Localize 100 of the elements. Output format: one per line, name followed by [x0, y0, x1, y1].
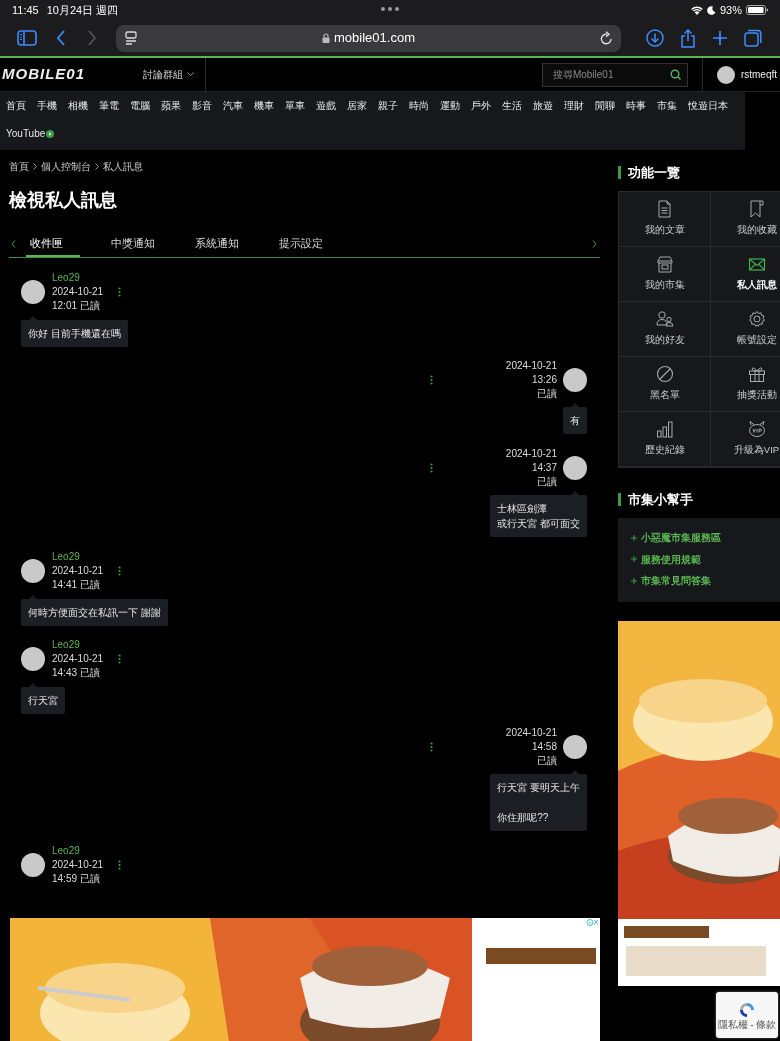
site-logo[interactable]: MOBILE01	[2, 63, 112, 86]
nav-link[interactable]: 遊戲	[316, 98, 336, 114]
nav-link[interactable]: 生活	[502, 98, 522, 114]
tab-scroll-right-icon[interactable]	[592, 240, 597, 248]
plus-icon	[631, 577, 637, 584]
feature-link[interactable]: 歷史紀錄	[619, 412, 711, 467]
nav-link[interactable]: 理財	[564, 98, 584, 114]
helper-link[interactable]: 服務使用規範	[641, 548, 701, 570]
tab-scroll-left-icon[interactable]	[11, 240, 16, 248]
message-line: 士林區劍潭	[497, 502, 549, 516]
user-avatar[interactable]	[21, 647, 45, 671]
moon-icon	[706, 5, 716, 15]
wifi-icon	[690, 5, 703, 15]
feature-label: 黑名單	[649, 388, 680, 403]
tab[interactable]: 提示設定	[273, 230, 329, 257]
user-avatar[interactable]	[563, 368, 587, 392]
sender-name[interactable]: Leo29	[52, 271, 112, 285]
user-avatar[interactable]	[563, 735, 587, 759]
breadcrumb-link[interactable]: 首頁	[9, 159, 29, 174]
message-date: 2024-10-21	[505, 447, 557, 461]
url-text: mobile01.com	[334, 29, 415, 48]
tab[interactable]: 收件匣	[26, 230, 80, 257]
nav-link[interactable]: 蘋果	[161, 98, 181, 114]
more-options-icon[interactable]	[118, 654, 121, 664]
user-avatar[interactable]	[716, 65, 735, 84]
nav-link[interactable]: 手機	[37, 98, 57, 114]
nav-link[interactable]: 影音	[192, 98, 212, 114]
recaptcha-links[interactable]: 隱私權 - 條款	[717, 1018, 777, 1030]
nav-link[interactable]: 單車	[285, 98, 305, 114]
message-time: 14:37	[530, 461, 557, 475]
sidebar-icon[interactable]	[17, 30, 37, 46]
back-icon[interactable]	[56, 30, 66, 46]
chevron-down-icon	[187, 72, 194, 77]
sender-name[interactable]: Leo29	[52, 550, 112, 564]
tab[interactable]: 中獎通知	[105, 230, 161, 257]
bookmark-icon	[747, 200, 766, 219]
feature-link[interactable]: 我的市集	[619, 247, 711, 302]
nav-link[interactable]: 旅遊	[533, 98, 553, 114]
nav-link[interactable]: 時尚	[409, 98, 429, 114]
people-icon	[655, 310, 674, 329]
search-field[interactable]: 搜尋Mobile01	[541, 62, 688, 87]
nav-link[interactable]: 市集	[657, 98, 677, 114]
breadcrumb-link[interactable]: 個人控制台	[41, 159, 91, 174]
nav-link[interactable]: 居家	[347, 98, 367, 114]
forum-menu-button[interactable]: 討論群組	[142, 66, 195, 83]
feature-link[interactable]: 我的文章	[619, 192, 711, 247]
reload-icon[interactable]	[600, 31, 613, 45]
multitask-dots-icon[interactable]	[381, 7, 399, 11]
message-time: 12:01 已讀	[52, 299, 101, 313]
share-icon[interactable]	[680, 28, 696, 48]
user-avatar[interactable]	[21, 853, 45, 877]
tabs-icon[interactable]	[744, 29, 762, 47]
user-avatar[interactable]	[21, 559, 45, 583]
more-options-icon[interactable]	[429, 375, 433, 385]
helper-link[interactable]: 小惡魔市集服務區	[641, 527, 721, 549]
download-icon[interactable]	[646, 29, 664, 47]
nav-link[interactable]: 親子	[378, 98, 398, 114]
nav-link[interactable]: 首頁	[6, 98, 26, 114]
sender-name[interactable]: Leo29	[52, 844, 112, 858]
status-time: 11:45	[12, 2, 39, 18]
nav-link[interactable]: 時事	[626, 98, 646, 114]
tab[interactable]: 系統通知	[189, 230, 245, 257]
message-time: 14:41 已讀	[52, 578, 101, 592]
address-bar[interactable]: mobile01.com	[116, 24, 621, 52]
nav-link[interactable]: 相機	[68, 98, 88, 114]
nav-link[interactable]: 電腦	[130, 98, 150, 114]
nav-link[interactable]: 運動	[440, 98, 460, 114]
feature-label: 升級為VIP	[733, 443, 780, 458]
nav-link[interactable]: 悅遊日本	[688, 98, 728, 114]
new-tab-icon[interactable]	[712, 30, 728, 46]
more-options-icon[interactable]	[429, 463, 433, 473]
message-time: 14:43 已讀	[52, 666, 101, 680]
recaptcha-badge[interactable]: 隱私權 - 條款	[716, 992, 778, 1038]
nav-link[interactable]: 戶外	[471, 98, 491, 114]
message-date: 2024-10-21	[52, 285, 105, 299]
user-avatar[interactable]	[21, 280, 45, 304]
reader-icon[interactable]	[125, 31, 137, 45]
nav-link[interactable]: 機車	[254, 98, 274, 114]
more-options-icon[interactable]	[429, 742, 433, 752]
nav-link[interactable]: 閒聊	[595, 98, 615, 114]
battery-icon	[746, 5, 768, 15]
username[interactable]: rstmeqft	[740, 67, 777, 82]
feature-link[interactable]: 我的好友	[619, 302, 711, 357]
plus-icon	[631, 556, 637, 563]
search-icon[interactable]	[669, 68, 681, 80]
helper-link[interactable]: 市集常見問答集	[641, 570, 711, 592]
more-options-icon[interactable]	[118, 287, 121, 297]
user-avatar[interactable]	[563, 456, 587, 480]
nav-link[interactable]: YouTube	[6, 126, 55, 142]
nav-link[interactable]: 汽車	[223, 98, 243, 114]
sender-name[interactable]: Leo29	[52, 638, 112, 652]
bar-chart-icon	[655, 420, 674, 439]
feature-link[interactable]: 黑名單	[619, 357, 711, 412]
nav-link[interactable]: 筆電	[99, 98, 119, 114]
more-options-icon[interactable]	[118, 566, 121, 576]
feature-label: 我的文章	[644, 223, 685, 238]
breadcrumb-link[interactable]: 私人訊息	[103, 159, 143, 174]
plus-icon	[631, 534, 637, 541]
feature-label: 我的好友	[644, 333, 685, 348]
more-options-icon[interactable]	[118, 860, 121, 870]
